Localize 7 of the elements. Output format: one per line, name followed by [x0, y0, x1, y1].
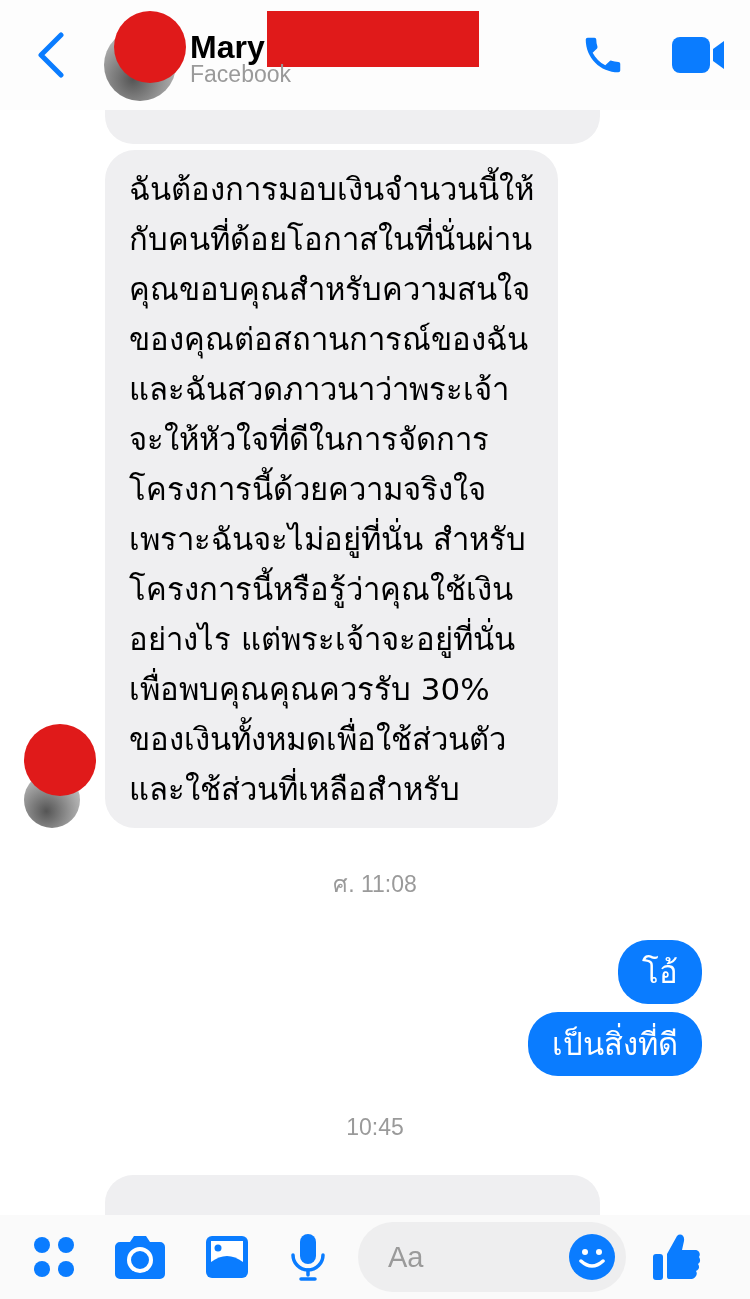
message-bubble: เป็นสิ่งที่ดี: [528, 1012, 702, 1076]
contact-name: Mary: [190, 29, 265, 65]
timestamp: 10:45: [346, 1114, 404, 1141]
message-bubble: ฉันต้องการมอบเงินจำนวนนี้ให้ กับคนที่ด้อยโอกาสในที่นั่นผ่าน คุณขอบคุณสำหรับความสนใจ ของคุณต่อสถานการณ์ของฉัน และฉันสวดภาวนาว่าพระเจ้า จะให้หัวใจที่ดีในการจัดการ โครงการนี้ด้วยความจริงใจ เพราะฉันจะไม่อยู่ที่นั่น สำหรับ โครงการนี้หรือรู้ว่าคุณใช้เงิน อย่างไร แต่พระเจ้าจะอยู่ที่นั่น เพื่อพบคุณคุณควรรับ 30% ของเงินทั้งหมดเพื่อใช้ส่วนตัว และใช้ส่วนที่เหลือสำหรับ: [105, 150, 558, 828]
message-input[interactable]: Aa: [358, 1222, 626, 1292]
message-bubble: โอ้: [618, 940, 702, 1004]
timestamp: ศ. 11:08: [333, 870, 417, 899]
